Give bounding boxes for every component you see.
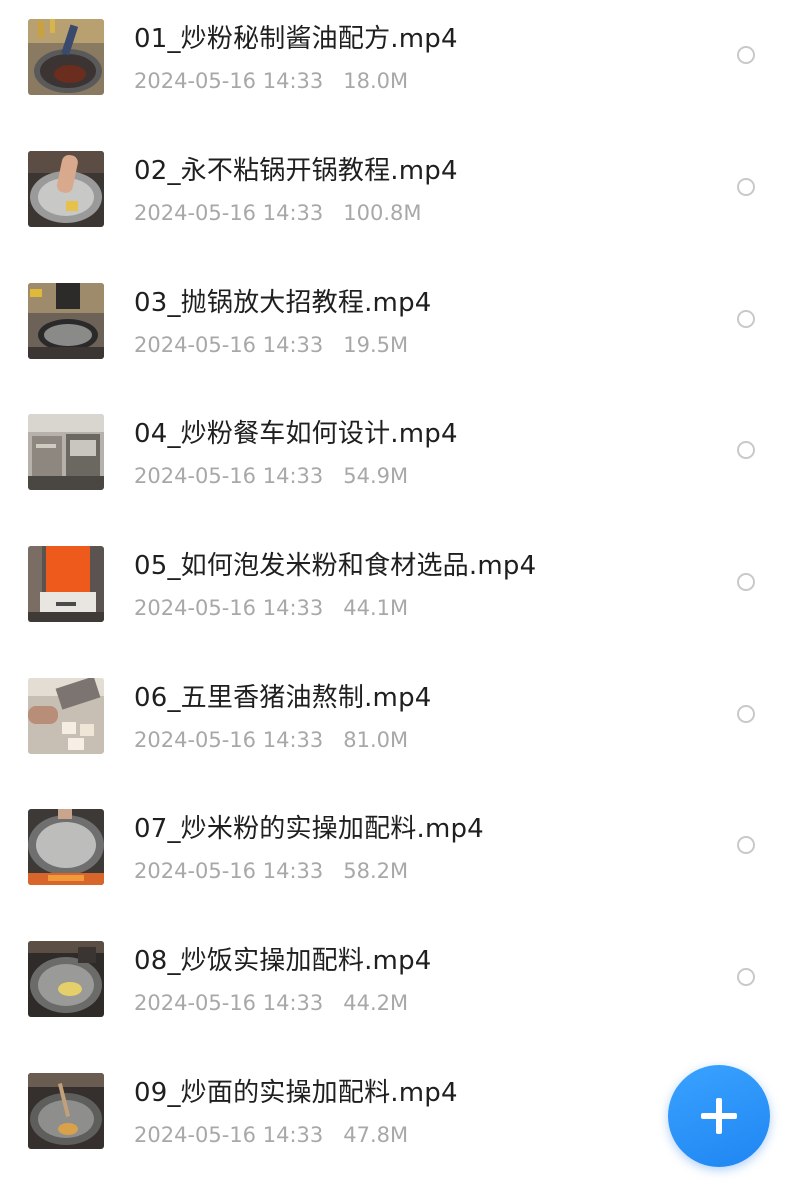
file-meta: 2024-05-16 14:33 47.8M [134,1122,408,1148]
file-row-02[interactable]: 02_永不粘锅开锅教程.mp4 2024-05-16 14:33 100.8M [0,151,790,282]
select-radio[interactable] [737,441,755,459]
file-meta: 2024-05-16 14:33 58.2M [134,858,408,884]
file-meta: 2024-05-16 14:33 18.0M [134,68,408,94]
video-thumbnail [28,151,104,227]
select-radio[interactable] [737,705,755,723]
file-date: 2024-05-16 14:33 [134,728,324,752]
select-radio[interactable] [737,836,755,854]
file-size: 58.2M [343,859,409,883]
file-row-03[interactable]: 03_抛锅放大招教程.mp4 2024-05-16 14:33 19.5M [0,283,790,414]
file-size: 81.0M [343,728,409,752]
select-radio[interactable] [737,573,755,591]
video-thumbnail [28,283,104,359]
file-row-01[interactable]: 01_炒粉秘制酱油配方.mp4 2024-05-16 14:33 18.0M [0,19,790,150]
file-meta: 2024-05-16 14:33 100.8M [134,200,422,226]
file-name: 07_炒米粉的实操加配料.mp4 [134,814,484,844]
file-date: 2024-05-16 14:33 [134,333,324,357]
file-name: 05_如何泡发米粉和食材选品.mp4 [134,551,537,581]
file-size: 100.8M [343,201,422,225]
video-thumbnail [28,19,104,95]
add-fab-button[interactable] [668,1065,770,1167]
video-thumbnail [28,546,104,622]
file-date: 2024-05-16 14:33 [134,859,324,883]
file-name: 06_五里香猪油熬制.mp4 [134,683,432,713]
file-size: 19.5M [343,333,409,357]
file-size: 44.2M [343,991,409,1015]
file-size: 44.1M [343,596,409,620]
file-date: 2024-05-16 14:33 [134,991,324,1015]
select-radio[interactable] [737,968,755,986]
file-size: 54.9M [343,464,409,488]
file-date: 2024-05-16 14:33 [134,464,324,488]
file-meta: 2024-05-16 14:33 54.9M [134,463,408,489]
file-meta: 2024-05-16 14:33 44.2M [134,990,408,1016]
file-name: 09_炒面的实操加配料.mp4 [134,1078,458,1108]
file-date: 2024-05-16 14:33 [134,1123,324,1147]
file-meta: 2024-05-16 14:33 81.0M [134,727,408,753]
file-date: 2024-05-16 14:33 [134,69,324,93]
select-radio[interactable] [737,46,755,64]
file-date: 2024-05-16 14:33 [134,201,324,225]
file-name: 01_炒粉秘制酱油配方.mp4 [134,24,458,54]
file-row-09[interactable]: 09_炒面的实操加配料.mp4 2024-05-16 14:33 47.8M [0,1073,790,1204]
file-row-06[interactable]: 06_五里香猪油熬制.mp4 2024-05-16 14:33 81.0M [0,678,790,809]
file-name: 02_永不粘锅开锅教程.mp4 [134,156,458,186]
file-size: 18.0M [343,69,409,93]
plus-icon [701,1098,737,1134]
file-name: 04_炒粉餐车如何设计.mp4 [134,419,458,449]
video-thumbnail [28,678,104,754]
video-thumbnail [28,809,104,885]
file-name: 03_抛锅放大招教程.mp4 [134,288,432,318]
file-name: 08_炒饭实操加配料.mp4 [134,946,432,976]
file-row-08[interactable]: 08_炒饭实操加配料.mp4 2024-05-16 14:33 44.2M [0,941,790,1072]
select-radio[interactable] [737,178,755,196]
video-thumbnail [28,941,104,1017]
file-row-05[interactable]: 05_如何泡发米粉和食材选品.mp4 2024-05-16 14:33 44.1M [0,546,790,677]
file-meta: 2024-05-16 14:33 19.5M [134,332,408,358]
video-thumbnail [28,414,104,490]
file-row-07[interactable]: 07_炒米粉的实操加配料.mp4 2024-05-16 14:33 58.2M [0,809,790,940]
file-list: 01_炒粉秘制酱油配方.mp4 2024-05-16 14:33 18.0M 02… [0,0,790,1149]
file-size: 47.8M [343,1123,409,1147]
file-meta: 2024-05-16 14:33 44.1M [134,595,408,621]
file-row-04[interactable]: 04_炒粉餐车如何设计.mp4 2024-05-16 14:33 54.9M [0,414,790,545]
select-radio[interactable] [737,310,755,328]
file-date: 2024-05-16 14:33 [134,596,324,620]
